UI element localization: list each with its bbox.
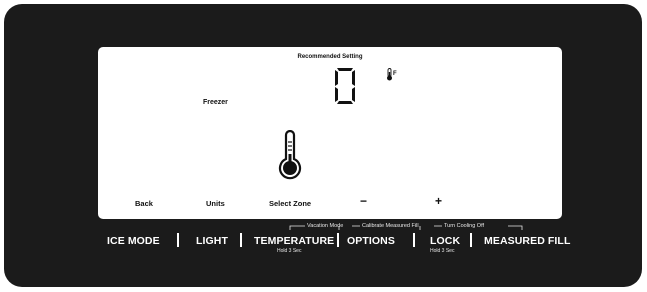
options-button[interactable]: OPTIONS [347, 235, 395, 247]
decrease-button[interactable]: − [360, 194, 367, 208]
back-button[interactable]: Back [135, 199, 153, 208]
lock-button[interactable]: LOCK [430, 235, 460, 247]
temperature-digit-icon [335, 68, 355, 104]
calibrate-measured-fill-label: Calibrate Measured Fill [362, 223, 419, 229]
zone-label: Freezer [203, 99, 228, 106]
small-thermometer-icon [387, 68, 392, 81]
measured-fill-button[interactable]: MEASURED FILL [484, 235, 570, 247]
unit-indicator: F [386, 68, 402, 81]
temperature-button[interactable]: TEMPERATURE [254, 235, 334, 247]
divider [470, 233, 472, 247]
thermometer-icon [278, 130, 302, 180]
divider [177, 233, 179, 247]
recommended-setting-label: Recommended Setting [297, 54, 363, 60]
temperature-unit: F [393, 71, 397, 77]
increase-button[interactable]: + [435, 194, 442, 208]
divider [240, 233, 242, 247]
ice-mode-button[interactable]: ICE MODE [107, 235, 160, 247]
lcd-display: Recommended Setting 0 F Freezer Back Uni… [98, 47, 562, 219]
lock-hold-label: Hold 3 Sec [430, 248, 455, 254]
select-zone-button[interactable]: Select Zone [269, 199, 311, 208]
vacation-mode-label: Vacation Mode [307, 223, 344, 229]
temperature-hold-label: Hold 3 Sec [277, 248, 302, 254]
light-button[interactable]: LIGHT [196, 235, 228, 247]
turn-cooling-off-label: Turn Cooling Off [444, 223, 485, 229]
units-button[interactable]: Units [206, 199, 225, 208]
divider [413, 233, 415, 247]
divider [337, 233, 339, 247]
